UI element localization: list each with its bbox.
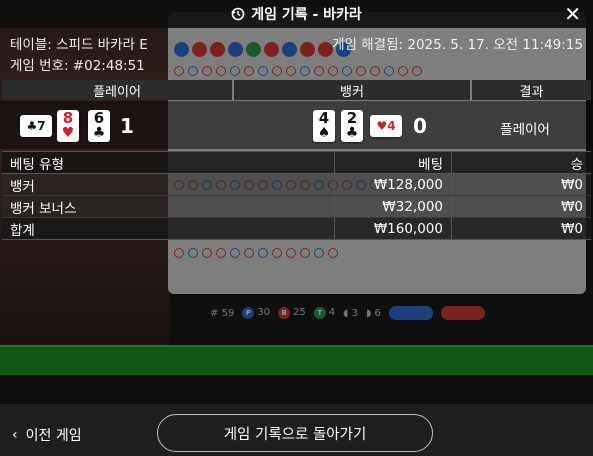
previous-game-label: 이전 게임 [25,428,82,444]
history-header: 게임 기록 - 바카라 ✕ [0,0,593,28]
card-suit: ♥ [376,119,388,133]
history-icon [231,7,245,21]
back-to-history-label: 게임 기록으로 돌아가기 [223,426,367,443]
banker-card-1: 4 ♠ [313,110,335,142]
previous-game-button[interactable]: ‹ 이전 게임 [12,425,82,445]
win-amount: ₩0 [451,195,591,218]
title-text: 게임 기록 - 바카라 [251,7,362,23]
banker-card-3: ♥4 [370,115,402,137]
card-rank: 8 [62,109,74,127]
banker-score: 0 [413,114,427,138]
bet-amount-header: 베팅 [334,151,452,174]
card-rank: 2 [346,109,358,127]
card-suit: ♣ [345,125,359,141]
card-suit: ♣ [26,119,38,133]
player-card-3: 6 ♣ [88,110,110,142]
back-to-history-button[interactable]: 게임 기록으로 돌아가기 [157,414,433,452]
banker-column-header: 뱅커 [234,80,470,100]
game-number: 게임 번호: #02:48:51 [10,58,145,74]
table-row: 뱅커 보너스 ₩32,000 ₩0 [2,195,591,218]
bet-type: 뱅커 보너스 [2,195,335,218]
total-label: 합계 [2,217,335,240]
card-rank: 4 [318,109,330,127]
player-card-1: ♣7 [20,115,52,137]
bet-type-header: 베팅 유형 [2,151,335,174]
bet-amount: ₩128,000 [334,173,452,196]
round-result: 플레이어 [500,122,550,138]
total-bet: ₩160,000 [334,217,452,240]
card-rank: 6 [93,109,105,127]
player-score: 1 [120,114,134,138]
close-icon[interactable]: ✕ [564,3,581,25]
table-name: 테이블: 스피드 바카라 E [10,37,148,53]
banker-card-2: 2 ♣ [341,110,363,142]
player-column-header: 플레이어 [2,80,232,100]
bet-type: 뱅커 [2,173,335,196]
bet-amount: ₩32,000 [334,195,452,218]
card-suit: ♥ [61,125,75,141]
card-suit: ♣ [92,125,106,141]
card-suit: ♠ [317,125,331,141]
total-win: ₩0 [451,217,591,240]
page-title: 게임 기록 - 바카라 [231,4,362,24]
total-row: 합계 ₩160,000 ₩0 [2,217,591,240]
card-rank: 4 [387,119,396,133]
result-column-header: 결과 [472,80,591,100]
win-header: 승 [451,151,591,174]
player-card-2: 8 ♥ [57,110,79,142]
chevron-left-icon: ‹ [12,427,18,443]
card-rank: 7 [37,119,46,133]
win-amount: ₩0 [451,173,591,196]
resolved-time: 게임 해결됨: 2025. 5. 17. 오전 11:49:15 [332,37,583,53]
table-row: 뱅커 ₩128,000 ₩0 [2,173,591,196]
bets-table: 베팅 유형 베팅 승 뱅커 ₩128,000 ₩0 뱅커 보너스 ₩32,000… [2,151,591,240]
bets-header-row: 베팅 유형 베팅 승 [2,151,591,174]
